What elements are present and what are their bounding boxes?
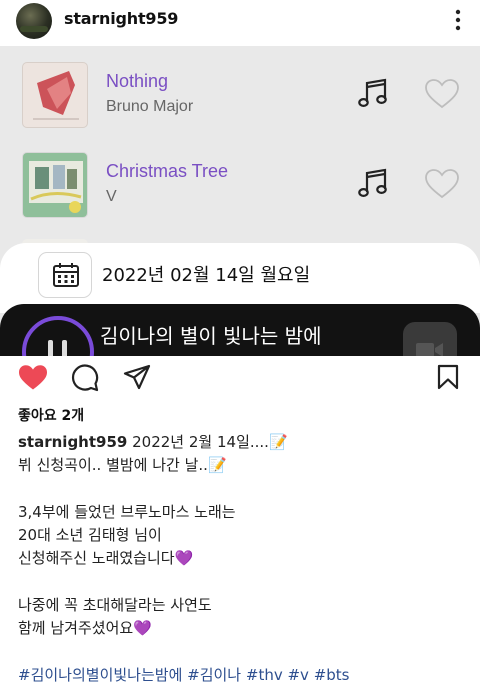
album-cover — [22, 62, 88, 128]
more-vertical-icon[interactable] — [452, 8, 464, 32]
caption-text: 함께 남겨주셨어요💜 — [18, 619, 152, 638]
comment-icon[interactable] — [71, 364, 99, 392]
username[interactable]: starnight959 — [64, 9, 178, 28]
caption-text: 뷔 신청곡이.. 별밤에 나간 날..📝 — [18, 456, 227, 475]
heart-outline-icon[interactable] — [424, 168, 460, 200]
avatar[interactable] — [16, 3, 52, 39]
song-row-1[interactable]: Nothing Bruno Major — [0, 62, 480, 142]
caption-text: 20대 소년 김태형 님이 — [18, 526, 162, 545]
caption-username[interactable]: starnight959 — [18, 433, 127, 451]
date-card: 2022년 02월 14일 월요일 — [0, 243, 480, 313]
post-media[interactable]: Nothing Bruno Major Christmas Tree V 202… — [0, 46, 480, 356]
post-header: starnight959 — [0, 0, 480, 46]
caption-text: 2022년 2월 14일....📝 — [132, 433, 288, 451]
video-button[interactable] — [403, 322, 457, 356]
song-artist: Bruno Major — [106, 98, 194, 115]
song-title: Christmas Tree — [106, 161, 229, 181]
caption-line: starnight959 2022년 2월 14일....📝 — [18, 431, 468, 454]
share-icon[interactable] — [123, 364, 151, 390]
radio-player-bar: 김이나의 별이 빛나는 밤에 — [0, 304, 480, 356]
like-count[interactable]: 좋아요 2개 — [18, 405, 84, 425]
music-note-icon[interactable] — [356, 166, 390, 200]
caption-hashtags[interactable]: #김이나의별이빛나는밤에 #김이나 #thv #v #bts — [18, 664, 468, 687]
post-actions — [0, 356, 480, 400]
song-title: Nothing — [106, 71, 169, 91]
album-cover — [22, 152, 88, 218]
broadcast-date: 2022년 02월 14일 월요일 — [102, 265, 311, 286]
calendar-button[interactable] — [38, 252, 92, 298]
caption-text: 나중에 꼭 초대해달라는 사연도 — [18, 596, 212, 615]
video-icon — [416, 343, 443, 356]
song-row-2[interactable]: Christmas Tree V — [0, 152, 480, 232]
calendar-icon — [53, 263, 79, 287]
caption-text: 3,4부에 들었던 브루노마스 노래는 — [18, 502, 236, 521]
radio-show-title: 김이나의 별이 빛나는 밤에 — [100, 324, 322, 348]
song-artist: V — [106, 188, 117, 205]
pause-icon[interactable] — [22, 316, 94, 356]
heart-outline-icon[interactable] — [424, 78, 460, 110]
music-note-icon[interactable] — [356, 76, 390, 110]
post-caption: starnight959 2022년 2월 14일....📝 뷔 신청곡이.. … — [18, 431, 468, 687]
bookmark-icon[interactable] — [437, 364, 459, 390]
caption-text: 신청해주신 노래였습니다💜 — [18, 549, 194, 568]
heart-filled-icon[interactable] — [18, 364, 48, 391]
